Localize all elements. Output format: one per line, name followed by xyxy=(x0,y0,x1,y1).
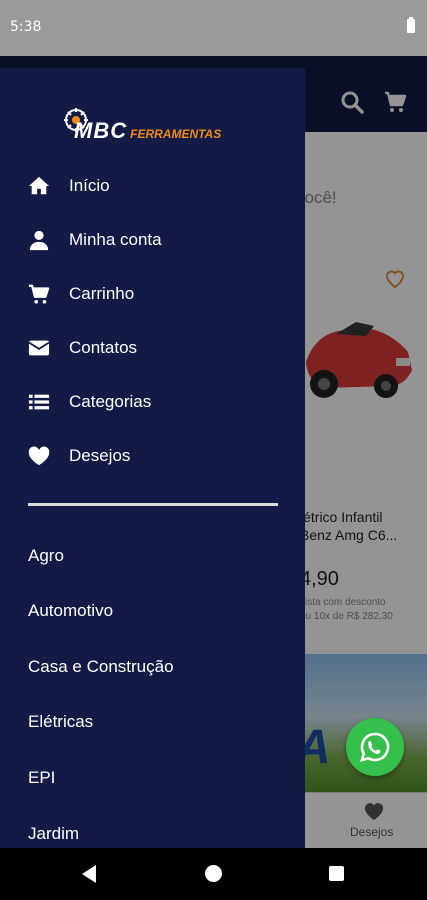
user-icon xyxy=(29,230,49,251)
category-label: EPI xyxy=(28,768,56,787)
category-item-eletricas[interactable]: Elétricas xyxy=(0,694,305,748)
battery-icon xyxy=(407,17,415,33)
menu-item-desejos[interactable]: Desejos xyxy=(0,428,305,482)
category-label: Casa e Construção xyxy=(28,657,174,676)
menu-item-label: Desejos xyxy=(69,446,131,465)
back-icon[interactable] xyxy=(80,864,98,884)
menu-item-minha-conta[interactable]: Minha conta xyxy=(0,212,305,266)
navigation-drawer: MBC FERRAMENTAS Início Minha conta Carrin… xyxy=(0,68,305,848)
cart-icon xyxy=(28,284,50,304)
whatsapp-button[interactable] xyxy=(346,718,404,776)
status-time: 5:38 xyxy=(10,19,42,35)
category-item-agro[interactable]: Agro xyxy=(0,528,305,582)
category-item-automotivo[interactable]: Automotivo xyxy=(0,583,305,637)
menu-item-carrinho[interactable]: Carrinho xyxy=(0,266,305,320)
menu-item-label: Contatos xyxy=(69,338,138,357)
list-icon xyxy=(28,394,50,410)
recent-apps-icon[interactable] xyxy=(329,866,344,881)
category-item-casa-e-construcao[interactable]: Casa e Construção xyxy=(0,639,305,693)
whatsapp-icon xyxy=(360,732,390,762)
home-button-icon[interactable] xyxy=(205,865,222,882)
logo-mbc: MBC xyxy=(74,118,128,143)
menu-item-categorias[interactable]: Categorias xyxy=(0,374,305,428)
status-bar: 5:38 xyxy=(0,0,427,56)
brand-logo[interactable]: MBC FERRAMENTAS xyxy=(62,102,244,144)
system-navigation-bar xyxy=(0,848,427,900)
category-label: Elétricas xyxy=(28,712,94,731)
category-label: Agro xyxy=(28,546,64,565)
heart-icon xyxy=(28,446,50,466)
envelope-icon xyxy=(28,340,50,356)
menu-item-label: Minha conta xyxy=(69,230,162,249)
menu-item-contatos[interactable]: Contatos xyxy=(0,320,305,374)
menu-item-label: Carrinho xyxy=(69,284,135,303)
drawer-divider xyxy=(28,503,278,506)
menu-item-inicio[interactable]: Início xyxy=(0,158,305,212)
menu-item-label: Categorias xyxy=(69,392,152,411)
category-label: Automotivo xyxy=(28,601,114,620)
category-label: Jardim xyxy=(28,824,80,843)
menu-item-label: Início xyxy=(69,176,110,195)
category-item-epi[interactable]: EPI xyxy=(0,750,305,804)
category-item-jardim[interactable]: Jardim xyxy=(0,806,305,848)
home-icon xyxy=(28,176,50,195)
logo-text: MBC FERRAMENTAS xyxy=(74,118,221,144)
logo-ferramentas: FERRAMENTAS xyxy=(130,127,222,141)
